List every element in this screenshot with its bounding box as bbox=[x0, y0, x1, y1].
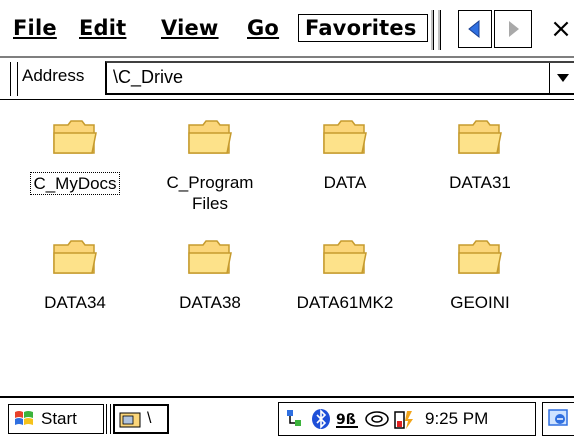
forward-arrow-icon bbox=[509, 21, 519, 37]
taskbar: Start \ 9ß 9:25 PM bbox=[0, 396, 574, 437]
taskbar-grip bbox=[106, 404, 111, 434]
file-label: GEOINI bbox=[450, 293, 510, 312]
file-item-data38[interactable]: DATA38 bbox=[150, 229, 270, 339]
file-item-data61mk2[interactable]: DATA61MK2 bbox=[285, 229, 405, 339]
network-connection-icon[interactable] bbox=[285, 408, 307, 430]
folder-icon bbox=[323, 240, 367, 274]
file-label: DATA61MK2 bbox=[296, 293, 394, 312]
chevron-down-icon bbox=[556, 74, 569, 82]
menu-go-label: Go bbox=[247, 16, 280, 40]
forward-button[interactable] bbox=[494, 10, 532, 48]
folder-icon bbox=[458, 120, 502, 154]
menu-edit-label: Edit bbox=[79, 16, 127, 40]
file-label: DATA31 bbox=[449, 173, 511, 192]
file-item-data34[interactable]: DATA34 bbox=[15, 229, 135, 339]
toolbar-grip-2[interactable] bbox=[437, 10, 441, 50]
folder-icon bbox=[53, 240, 97, 274]
menu-view-label: View bbox=[161, 16, 219, 40]
file-label: C_Program Files bbox=[166, 173, 254, 213]
desktop-button[interactable] bbox=[542, 402, 574, 436]
file-list: C_MyDocs C_Program Files DATA DATA31 DAT… bbox=[0, 101, 574, 396]
address-label: Address bbox=[22, 66, 85, 85]
folder-icon bbox=[323, 120, 367, 154]
folder-icon bbox=[458, 240, 502, 274]
desktop-icon bbox=[548, 409, 568, 426]
folder-icon bbox=[188, 120, 232, 154]
folder-icon bbox=[188, 240, 232, 274]
start-label: Start bbox=[41, 409, 77, 428]
toolbar-grip[interactable] bbox=[430, 10, 434, 50]
bluetooth-icon[interactable] bbox=[311, 408, 331, 430]
battery-charging-icon[interactable] bbox=[393, 408, 415, 430]
menu-file-label: File bbox=[13, 16, 57, 40]
address-value: \C_Drive bbox=[113, 67, 184, 87]
task-button-explorer[interactable]: \ bbox=[113, 404, 169, 434]
task-button-label: \ bbox=[147, 410, 152, 427]
back-arrow-icon bbox=[468, 19, 480, 39]
back-button[interactable] bbox=[458, 10, 492, 48]
close-button[interactable]: × bbox=[546, 10, 574, 48]
storage-card-icon[interactable] bbox=[365, 408, 389, 430]
address-bar-grip[interactable] bbox=[10, 62, 18, 96]
file-label: DATA34 bbox=[44, 293, 106, 312]
menu-go[interactable]: Go bbox=[243, 14, 283, 42]
menu-bar: File Edit View Go Favorites × bbox=[0, 0, 574, 58]
file-label: DATA38 bbox=[179, 293, 241, 312]
file-item-geoini[interactable]: GEOINI bbox=[420, 229, 540, 339]
file-item-data31[interactable]: DATA31 bbox=[420, 109, 540, 219]
address-bar: Address \C_Drive bbox=[0, 58, 574, 100]
svg-text:9ß: 9ß bbox=[336, 412, 356, 428]
system-tray: 9ß 9:25 PM bbox=[278, 402, 536, 436]
folder-icon bbox=[53, 120, 97, 154]
file-item-data[interactable]: DATA bbox=[285, 109, 405, 219]
menu-edit[interactable]: Edit bbox=[75, 14, 130, 42]
file-item-c-program-files[interactable]: C_Program Files bbox=[150, 109, 270, 219]
windows-logo-icon bbox=[15, 411, 33, 425]
input-method-icon[interactable]: 9ß bbox=[335, 408, 361, 430]
address-field[interactable]: \C_Drive bbox=[105, 61, 574, 95]
file-item-c-mydocs[interactable]: C_MyDocs bbox=[15, 109, 135, 219]
start-button[interactable]: Start bbox=[8, 404, 104, 434]
address-dropdown-button[interactable] bbox=[549, 63, 574, 93]
menu-favorites-label: Favorites bbox=[305, 16, 417, 40]
menu-view[interactable]: View bbox=[157, 14, 223, 42]
close-icon: × bbox=[550, 14, 572, 44]
file-label: C_MyDocs bbox=[30, 172, 120, 195]
clock[interactable]: 9:25 PM bbox=[425, 409, 488, 429]
menu-file[interactable]: File bbox=[9, 14, 61, 42]
file-label: DATA bbox=[323, 173, 367, 192]
explorer-folder-icon bbox=[119, 412, 141, 428]
menu-favorites[interactable]: Favorites bbox=[298, 14, 428, 42]
